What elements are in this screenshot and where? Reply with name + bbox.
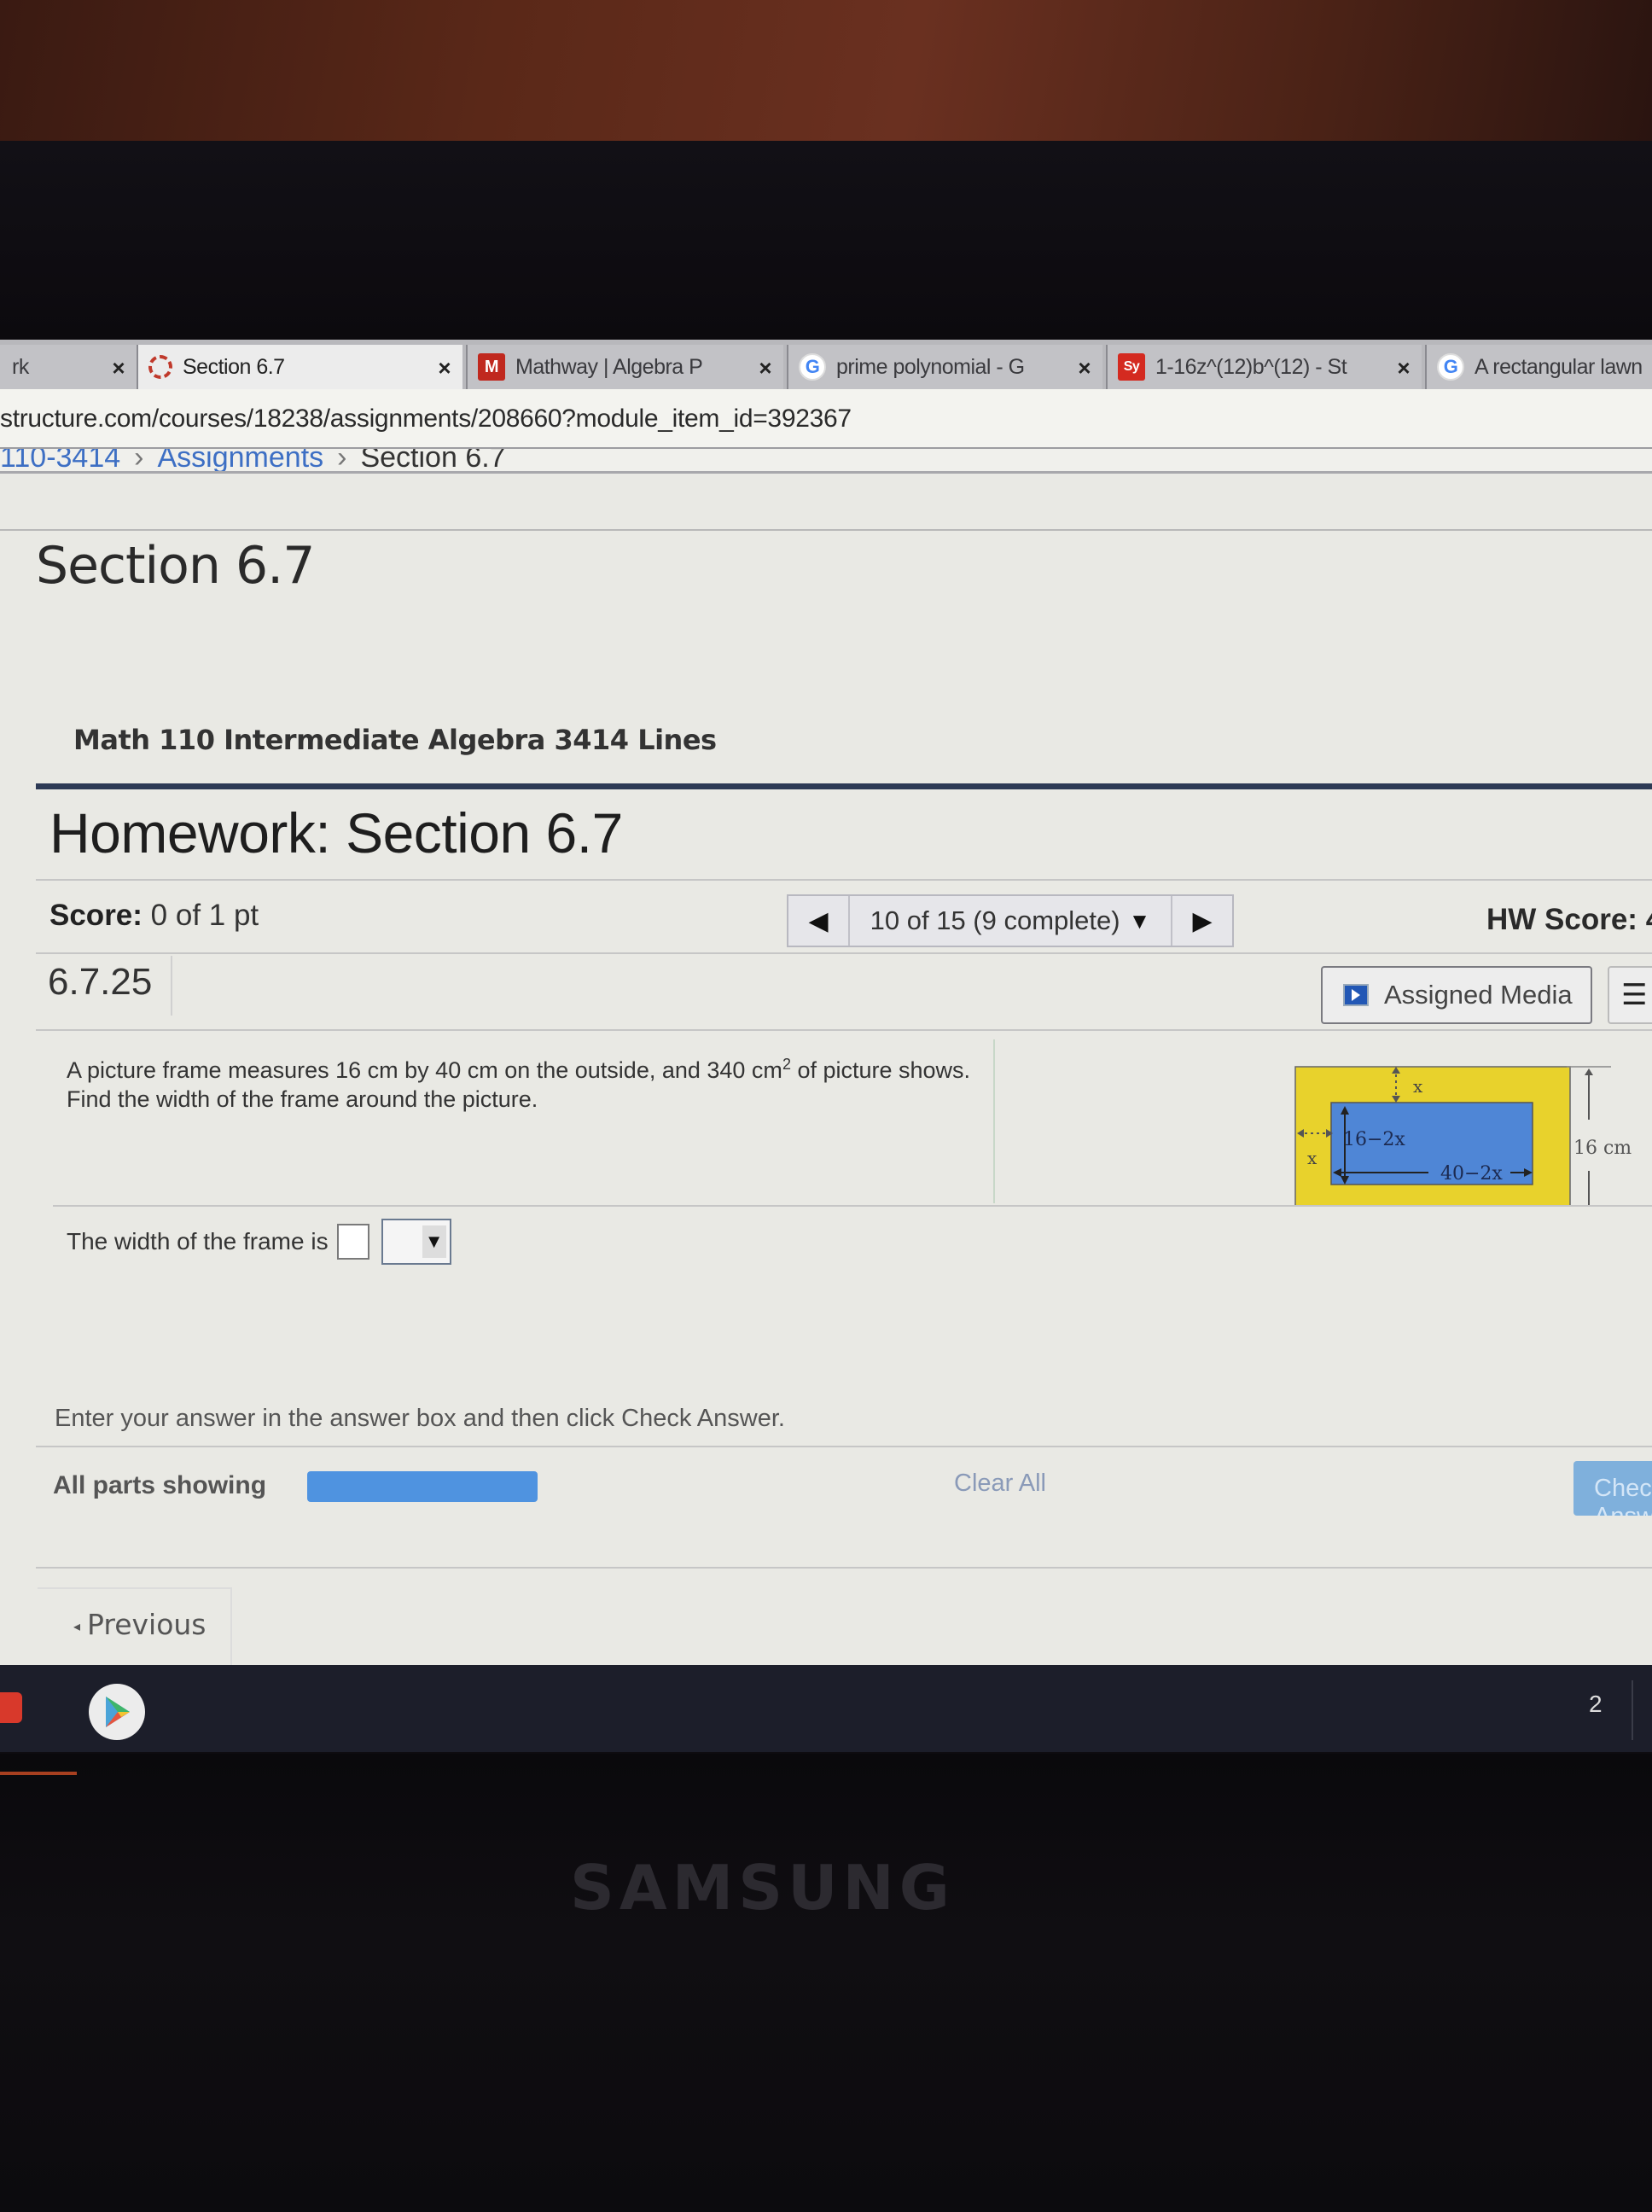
question-navigator: ◀ 10 of 15 (9 complete) ▼ ▶	[787, 894, 1234, 947]
superscript: 2	[782, 1056, 791, 1073]
breadcrumb-current: Section 6.7	[360, 449, 506, 471]
answer-row: The width of the frame is ▼	[67, 1219, 451, 1265]
unit-select[interactable]: ▼	[381, 1219, 451, 1265]
breadcrumb-course[interactable]: 110-3414	[0, 449, 120, 471]
tab-label: Section 6.7	[183, 354, 285, 379]
divider	[0, 471, 1652, 474]
question-id: 6.7.25	[48, 961, 153, 1003]
parts-label: All parts showing	[53, 1471, 267, 1499]
notification-count[interactable]: 2	[1589, 1691, 1603, 1718]
answer-input[interactable]	[336, 1224, 369, 1260]
tab-label: 1-16z^(12)b^(12) - St	[1155, 354, 1347, 379]
course-name: Math 110 Intermediate Algebra 3414 Lines	[73, 724, 717, 756]
tab-prime-polynomial[interactable]: G prime polynomial - G ×	[787, 345, 1102, 389]
os-shelf: 2	[0, 1665, 1652, 1752]
breadcrumb-separator: ›	[337, 449, 347, 471]
divider	[36, 1446, 1652, 1447]
reflection	[0, 1772, 77, 1775]
label-top-gap: x	[1413, 1076, 1423, 1097]
course-header-rule	[36, 783, 1652, 789]
mathway-icon: M	[478, 353, 505, 381]
homework-title: Homework: Section 6.7	[49, 801, 623, 864]
divider	[36, 1029, 1652, 1031]
divider	[36, 1567, 1652, 1569]
chevron-left-icon: ◂	[73, 1618, 81, 1634]
breadcrumb: 110-3414 › Assignments › Section 6.7	[0, 449, 1652, 471]
next-question-button[interactable]: ▶	[1171, 896, 1232, 946]
divider	[171, 956, 172, 1016]
chevron-down-icon: ▼	[422, 1225, 446, 1258]
divider	[0, 529, 1652, 531]
tab-rectangular-lawn[interactable]: G A rectangular lawn	[1425, 345, 1652, 389]
youtube-app-icon[interactable]	[0, 1692, 22, 1723]
previous-button[interactable]: ◂ Previous	[73, 1608, 206, 1641]
picture-frame-diagram: 16 cm x x 16−2x 40−2x	[1294, 1066, 1632, 1207]
tab-symbolab[interactable]: Sy 1-16z^(12)b^(12) - St ×	[1106, 345, 1422, 389]
symbolab-icon: Sy	[1118, 353, 1145, 381]
arrowhead	[1585, 1068, 1593, 1075]
divider	[1632, 1680, 1633, 1740]
tab-unknown[interactable]: rk ×	[0, 345, 137, 389]
google-icon: G	[1437, 353, 1464, 381]
tab-label: prime polynomial - G	[836, 354, 1025, 379]
question-text-part: A picture frame measures 16 cm by 40 cm …	[67, 1057, 782, 1083]
play-store-icon[interactable]	[89, 1684, 145, 1740]
options-menu-button[interactable]: ☰	[1608, 966, 1652, 1024]
label-left-gap: x	[1307, 1148, 1318, 1168]
divider	[993, 1039, 995, 1203]
tab-label: rk	[12, 354, 29, 379]
tab-close-icon[interactable]: ×	[759, 355, 771, 381]
tab-label: Mathway | Algebra P	[515, 354, 703, 379]
check-answer-button[interactable]: Check Answer	[1573, 1461, 1652, 1516]
media-player-icon	[1343, 984, 1369, 1006]
question-position: 10 of 15 (9 complete)	[870, 905, 1120, 935]
score-label: Score:	[49, 899, 143, 932]
browser-tab-strip: rk × Section 6.7 × M Mathway | Algebra P…	[0, 340, 1652, 389]
chevron-down-icon: ▼	[1128, 907, 1151, 934]
tab-close-icon[interactable]: ×	[1397, 355, 1410, 381]
breadcrumb-separator: ›	[134, 449, 144, 471]
brand-logo: SAMSUNG	[570, 1852, 955, 1924]
tab-close-icon[interactable]: ×	[112, 355, 125, 381]
clear-all-button[interactable]: Clear All	[954, 1470, 1046, 1498]
question-text: A picture frame measures 16 cm by 40 cm …	[67, 1050, 971, 1114]
label-inner-height: 16−2x	[1343, 1129, 1405, 1150]
instruction-text: Enter your answer in the answer box and …	[55, 1405, 785, 1432]
parts-progress-bar	[307, 1471, 538, 1502]
tab-close-icon[interactable]: ×	[1078, 355, 1091, 381]
divider	[53, 1205, 1652, 1207]
label-outer-height: 16 cm	[1573, 1138, 1632, 1159]
list-menu-icon: ☰	[1621, 979, 1648, 1011]
score-value: 0 of 1 pt	[150, 899, 259, 932]
laptop-screen: rk × Section 6.7 × M Mathway | Algebra P…	[0, 340, 1652, 1752]
url-text: structure.com/courses/18238/assignments/…	[0, 405, 852, 433]
tab-section-6-7[interactable]: Section 6.7 ×	[137, 345, 462, 389]
divider	[36, 879, 1652, 881]
assigned-media-label: Assigned Media	[1384, 980, 1573, 1010]
previous-question-button[interactable]: ◀	[788, 896, 850, 946]
assigned-media-button[interactable]: Assigned Media	[1321, 966, 1592, 1024]
address-bar[interactable]: structure.com/courses/18238/assignments/…	[0, 389, 1652, 449]
previous-label: Previous	[87, 1608, 206, 1641]
hw-score: HW Score: 4	[1486, 903, 1652, 936]
breadcrumb-assignments[interactable]: Assignments	[158, 449, 324, 471]
tab-label: A rectangular lawn	[1475, 354, 1643, 379]
divider	[36, 952, 1652, 954]
laptop-bezel-bottom	[0, 1754, 1652, 2212]
photo-background	[0, 0, 1652, 145]
label-inner-width: 40−2x	[1440, 1163, 1503, 1185]
question-selector[interactable]: 10 of 15 (9 complete) ▼	[850, 896, 1171, 946]
tab-close-icon[interactable]: ×	[438, 355, 451, 381]
google-icon: G	[799, 353, 826, 381]
question-score: Score: 0 of 1 pt	[49, 899, 259, 933]
laptop-bezel-top	[0, 141, 1652, 341]
page-title: Section 6.7	[36, 536, 315, 596]
answer-prompt: The width of the frame is	[67, 1228, 329, 1254]
tab-mathway[interactable]: M Mathway | Algebra P ×	[466, 345, 783, 389]
play-triangle-icon	[106, 1697, 130, 1727]
canvas-icon	[148, 355, 172, 379]
